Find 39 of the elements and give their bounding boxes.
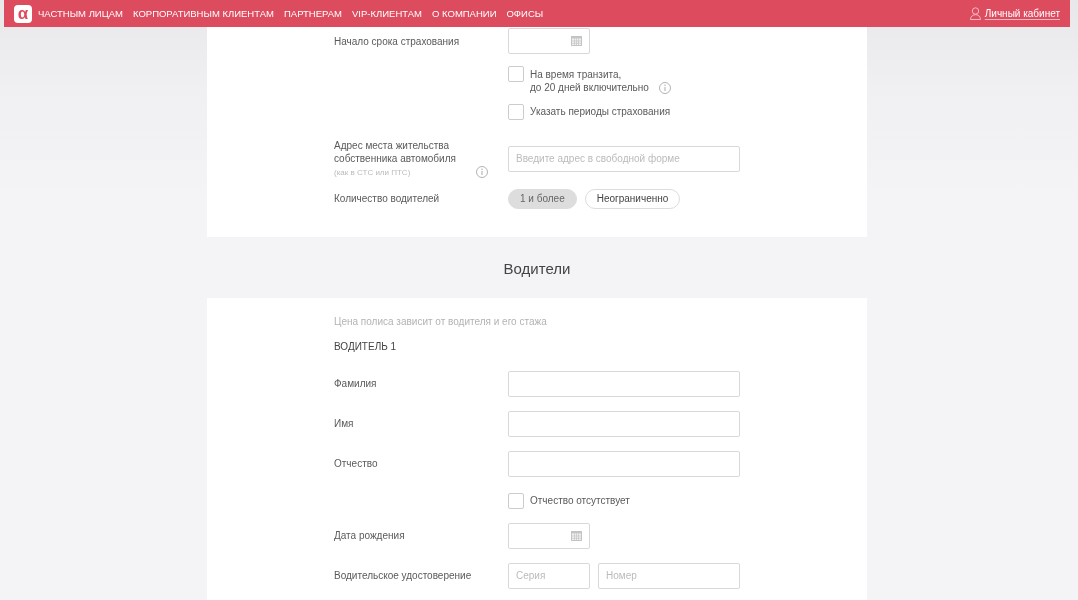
text-input[interactable] bbox=[508, 450, 740, 477]
calendar-icon[interactable] bbox=[571, 36, 582, 46]
checkbox-label: На время транзита, до 20 дней включительно bbox=[530, 68, 649, 93]
option-button[interactable]: Неограниченно bbox=[584, 188, 681, 209]
account-link[interactable]: Личный кабинет bbox=[984, 8, 1060, 19]
text-input[interactable] bbox=[508, 410, 740, 437]
checkbox[interactable] bbox=[508, 103, 524, 120]
logo[interactable]: α bbox=[14, 4, 32, 23]
nav-link[interactable]: VIP-КЛИЕНТАМ bbox=[352, 8, 423, 19]
field-label: Имя bbox=[334, 417, 354, 430]
field-label: Фамилия bbox=[334, 377, 377, 390]
date-field[interactable] bbox=[508, 28, 590, 54]
driver-heading: ВОДИТЕЛЬ 1 bbox=[334, 340, 397, 352]
user-icon[interactable] bbox=[969, 7, 981, 20]
nav-link[interactable]: ЧАСТНЫМ ЛИЦАМ bbox=[38, 8, 123, 19]
checkbox-label: Отчество отсутствует bbox=[530, 495, 630, 506]
field-label: Водительское удостоверение bbox=[334, 569, 472, 582]
field-label: Количество водителей bbox=[334, 192, 440, 205]
nav-link[interactable]: О КОМПАНИИ bbox=[432, 8, 497, 19]
nav-link[interactable]: ПАРТНЕРАМ bbox=[284, 8, 342, 19]
option-button[interactable]: 1 и более bbox=[508, 188, 577, 209]
text-input[interactable]: Серия bbox=[508, 562, 590, 589]
field-label: Дата рождения bbox=[334, 529, 405, 542]
text-input[interactable]: Номер bbox=[598, 562, 740, 589]
section-title: Водители bbox=[503, 259, 571, 277]
checkbox-label: Указать периоды страхования bbox=[530, 106, 671, 117]
calendar-icon[interactable] bbox=[571, 530, 582, 541]
field-label: Отчество bbox=[334, 457, 378, 470]
checkbox[interactable] bbox=[508, 66, 524, 82]
field-label: Начало срока страхования bbox=[334, 34, 460, 48]
hint-text: Цена полиса зависит от водителя и его стажа bbox=[334, 315, 547, 327]
info-icon[interactable] bbox=[476, 166, 488, 178]
nav-link[interactable]: КОРПОРАТИВНЫМ КЛИЕНТАМ bbox=[133, 8, 274, 19]
date-field[interactable] bbox=[508, 522, 590, 549]
checkbox[interactable] bbox=[508, 492, 524, 509]
text-input[interactable] bbox=[508, 370, 740, 397]
info-icon[interactable] bbox=[658, 81, 671, 94]
nav-link[interactable]: ОФИСЫ bbox=[506, 8, 544, 19]
text-input[interactable]: Введите адрес в свободной форме bbox=[508, 145, 740, 172]
